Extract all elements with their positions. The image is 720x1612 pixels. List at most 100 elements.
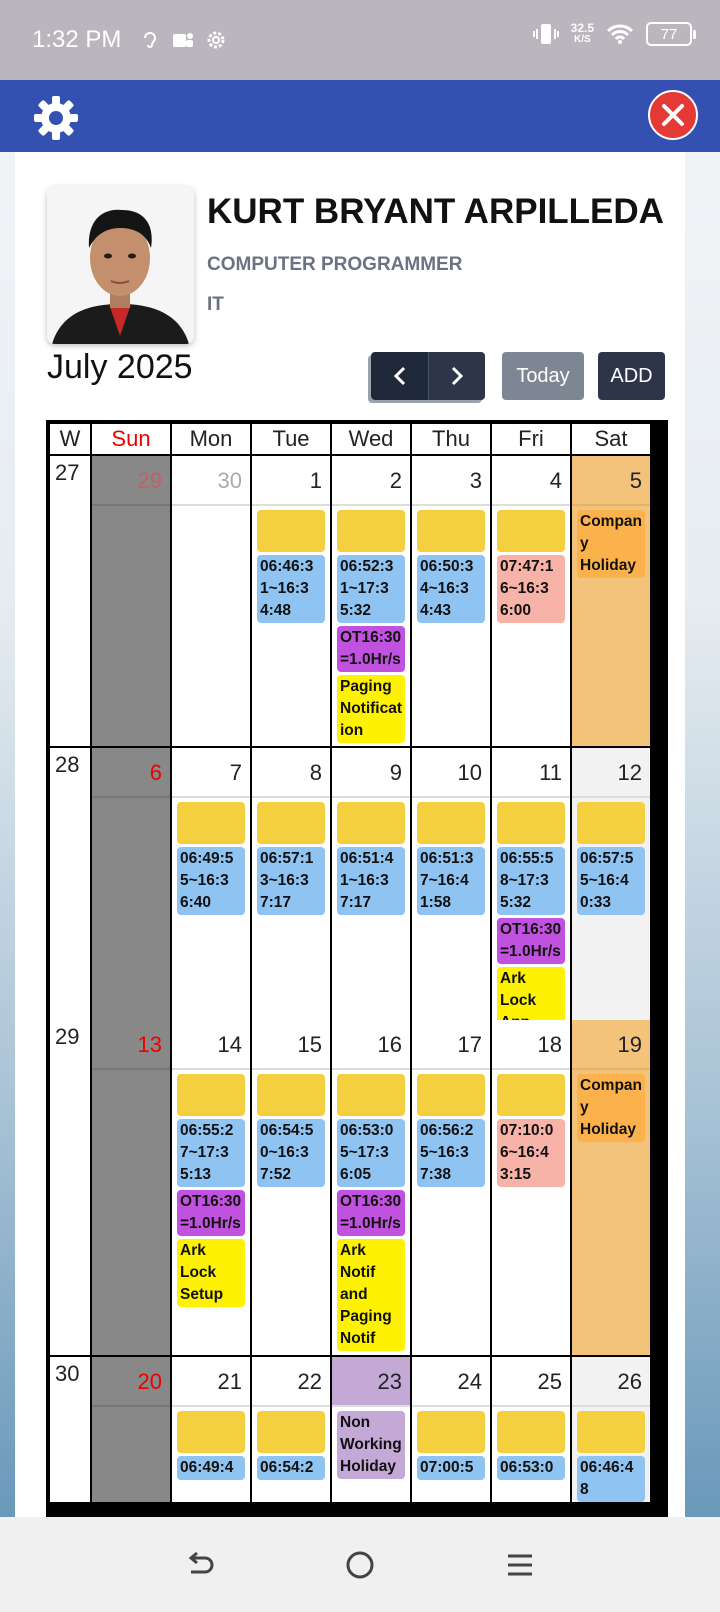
calendar-day-cell[interactable]: 30 bbox=[172, 456, 250, 746]
calendar-day-cell[interactable]: 2 06:52:31~17:35:32 OT16:30=1.0Hr/s Paging … bbox=[332, 456, 410, 746]
shift-marker[interactable] bbox=[497, 1074, 565, 1116]
shift-marker[interactable] bbox=[417, 510, 485, 552]
overtime-entry[interactable]: OT16:30=1.0Hr/s bbox=[177, 1190, 245, 1236]
holiday-entry[interactable]: Company Holiday bbox=[577, 1074, 645, 1142]
calendar-day-cell[interactable]: 24 07:00:5 bbox=[412, 1357, 490, 1502]
calendar-day-cell[interactable]: 13 bbox=[92, 1020, 170, 1355]
home-icon[interactable] bbox=[343, 1548, 377, 1582]
prev-month-button[interactable] bbox=[371, 352, 428, 400]
calendar-day-cell[interactable]: 12 06:57:55~16:40:33 bbox=[572, 748, 650, 1035]
attendance-entry[interactable]: 06:53:0 bbox=[497, 1456, 565, 1480]
calendar-day-cell[interactable]: 20 bbox=[92, 1357, 170, 1502]
shift-marker[interactable] bbox=[337, 1074, 405, 1116]
calendar-day-cell[interactable]: 7 06:49:55~16:36:40 bbox=[172, 748, 250, 1035]
late-attendance-entry[interactable]: 07:47:16~16:36:00 bbox=[497, 555, 565, 623]
attendance-entry[interactable]: 06:49:4 bbox=[177, 1456, 245, 1480]
attendance-entry[interactable]: 06:55:27~17:35:13 bbox=[177, 1119, 245, 1187]
day-number: 1 bbox=[252, 456, 330, 506]
shift-marker[interactable] bbox=[257, 1411, 325, 1453]
employee-position: COMPUTER PROGRAMMER bbox=[207, 254, 463, 275]
shift-marker[interactable] bbox=[577, 802, 645, 844]
menu-icon[interactable] bbox=[503, 1548, 537, 1582]
shift-marker[interactable] bbox=[257, 1074, 325, 1116]
shift-marker[interactable] bbox=[497, 802, 565, 844]
overtime-entry[interactable]: OT16:30=1.0Hr/s bbox=[337, 626, 405, 672]
add-button[interactable]: ADD bbox=[598, 352, 665, 400]
overtime-entry[interactable]: OT16:30=1.0Hr/s bbox=[337, 1190, 405, 1236]
settings-gear-icon[interactable] bbox=[30, 92, 82, 144]
shift-marker[interactable] bbox=[257, 510, 325, 552]
calendar-day-cell[interactable]: 11 06:55:58~17:35:32 OT16:30=1.0Hr/s Ark Lo… bbox=[492, 748, 570, 1035]
shift-marker[interactable] bbox=[417, 1074, 485, 1116]
shift-marker[interactable] bbox=[337, 510, 405, 552]
attendance-entry[interactable]: 06:54:2 bbox=[257, 1456, 325, 1480]
calendar-day-cell[interactable]: 8 06:57:13~16:37:17 bbox=[252, 748, 330, 1035]
calendar-day-cell[interactable]: 14 06:55:27~17:35:13 OT16:30=1.0Hr/s Ark Lo… bbox=[172, 1020, 250, 1355]
overtime-entry[interactable]: OT16:30=1.0Hr/s bbox=[497, 918, 565, 964]
day-number: 29 bbox=[92, 456, 170, 506]
shift-marker[interactable] bbox=[417, 1411, 485, 1453]
shift-marker[interactable] bbox=[337, 802, 405, 844]
attendance-entry[interactable]: 07:00:5 bbox=[417, 1456, 485, 1480]
attendance-entry[interactable]: 06:55:58~17:35:32 bbox=[497, 847, 565, 915]
teams-icon bbox=[173, 33, 194, 47]
attendance-entry[interactable]: 06:51:41~16:37:17 bbox=[337, 847, 405, 915]
attendance-entry[interactable]: 06:50:34~16:34:43 bbox=[417, 555, 485, 623]
attendance-entry[interactable]: 06:46:48 bbox=[577, 1456, 645, 1502]
shift-marker[interactable] bbox=[497, 1411, 565, 1453]
late-attendance-entry[interactable]: 07:10:06~16:43:15 bbox=[497, 1119, 565, 1187]
calendar-day-cell[interactable]: 6 bbox=[92, 748, 170, 1035]
calendar-day-cell[interactable]: 23 Non Working Holiday bbox=[332, 1357, 410, 1502]
next-month-button[interactable] bbox=[428, 352, 485, 400]
attendance-entry[interactable]: 06:54:50~16:37:52 bbox=[257, 1119, 325, 1187]
attendance-entry[interactable]: 06:52:31~17:35:32 bbox=[337, 555, 405, 623]
attendance-entry[interactable]: 06:57:13~16:37:17 bbox=[257, 847, 325, 915]
calendar-day-cell[interactable]: 21 06:49:4 bbox=[172, 1357, 250, 1502]
task-entry[interactable]: Ark Lock Setup bbox=[177, 1239, 245, 1307]
task-entry[interactable]: Paging Notification bbox=[337, 675, 405, 743]
calendar-day-cell[interactable]: 29 bbox=[92, 456, 170, 746]
shift-marker[interactable] bbox=[177, 802, 245, 844]
calendar-week-row: 29 13 14 06:55:27~17:35:13 OT16:30=1.0Hr/s Ar… bbox=[50, 1020, 664, 1355]
today-button[interactable]: Today bbox=[502, 352, 584, 400]
day-events: 06:54:2 bbox=[252, 1407, 330, 1480]
day-events: 06:49:55~16:36:40 bbox=[172, 798, 250, 915]
day-number: 7 bbox=[172, 748, 250, 798]
close-button[interactable] bbox=[648, 90, 698, 140]
calendar-day-cell[interactable]: 16 06:53:05~17:36:05 OT16:30=1.0Hr/s Ark No… bbox=[332, 1020, 410, 1355]
holiday-entry[interactable]: Company Holiday bbox=[577, 510, 645, 578]
attendance-entry[interactable]: 06:57:55~16:40:33 bbox=[577, 847, 645, 915]
calendar-day-cell[interactable]: 25 06:53:0 bbox=[492, 1357, 570, 1502]
shift-marker[interactable] bbox=[257, 802, 325, 844]
attendance-entry[interactable]: 06:46:31~16:34:48 bbox=[257, 555, 325, 623]
calendar-day-cell[interactable]: 9 06:51:41~16:37:17 bbox=[332, 748, 410, 1035]
employee-name: KURT BRYANT ARPILLEDA bbox=[207, 192, 664, 231]
calendar-day-cell[interactable]: 18 07:10:06~16:43:15 bbox=[492, 1020, 570, 1355]
calendar-day-cell[interactable]: 4 07:47:16~16:36:00 bbox=[492, 456, 570, 746]
calendar-day-cell[interactable]: 1 06:46:31~16:34:48 bbox=[252, 456, 330, 746]
attendance-entry[interactable]: 06:56:25~16:37:38 bbox=[417, 1119, 485, 1187]
shift-marker[interactable] bbox=[177, 1074, 245, 1116]
calendar-day-cell[interactable]: 3 06:50:34~16:34:43 bbox=[412, 456, 490, 746]
task-entry[interactable]: Ark Notif and Paging Notif bbox=[337, 1239, 405, 1351]
shift-marker[interactable] bbox=[177, 1411, 245, 1453]
attendance-entry[interactable]: 06:49:55~16:36:40 bbox=[177, 847, 245, 915]
calendar-day-cell[interactable]: 26 06:46:48 bbox=[572, 1357, 650, 1502]
calendar-day-cell[interactable]: 15 06:54:50~16:37:52 bbox=[252, 1020, 330, 1355]
calendar-day-cell[interactable]: 10 06:51:37~16:41:58 bbox=[412, 748, 490, 1035]
day-events: 06:46:48 bbox=[572, 1407, 650, 1502]
calendar-day-cell[interactable]: 5 Company Holiday bbox=[572, 456, 650, 746]
back-icon[interactable] bbox=[183, 1548, 217, 1582]
day-number: 19 bbox=[572, 1020, 650, 1070]
non-working-holiday-entry[interactable]: Non Working Holiday bbox=[337, 1411, 405, 1479]
shift-marker[interactable] bbox=[417, 802, 485, 844]
attendance-entry[interactable]: 06:53:05~17:36:05 bbox=[337, 1119, 405, 1187]
shift-marker[interactable] bbox=[577, 1411, 645, 1453]
wifi-icon bbox=[606, 24, 634, 44]
attendance-entry[interactable]: 06:51:37~16:41:58 bbox=[417, 847, 485, 915]
calendar-day-cell[interactable]: 19 Company Holiday bbox=[572, 1020, 650, 1355]
calendar-day-cell[interactable]: 22 06:54:2 bbox=[252, 1357, 330, 1502]
day-number: 25 bbox=[492, 1357, 570, 1407]
shift-marker[interactable] bbox=[497, 510, 565, 552]
calendar-day-cell[interactable]: 17 06:56:25~16:37:38 bbox=[412, 1020, 490, 1355]
